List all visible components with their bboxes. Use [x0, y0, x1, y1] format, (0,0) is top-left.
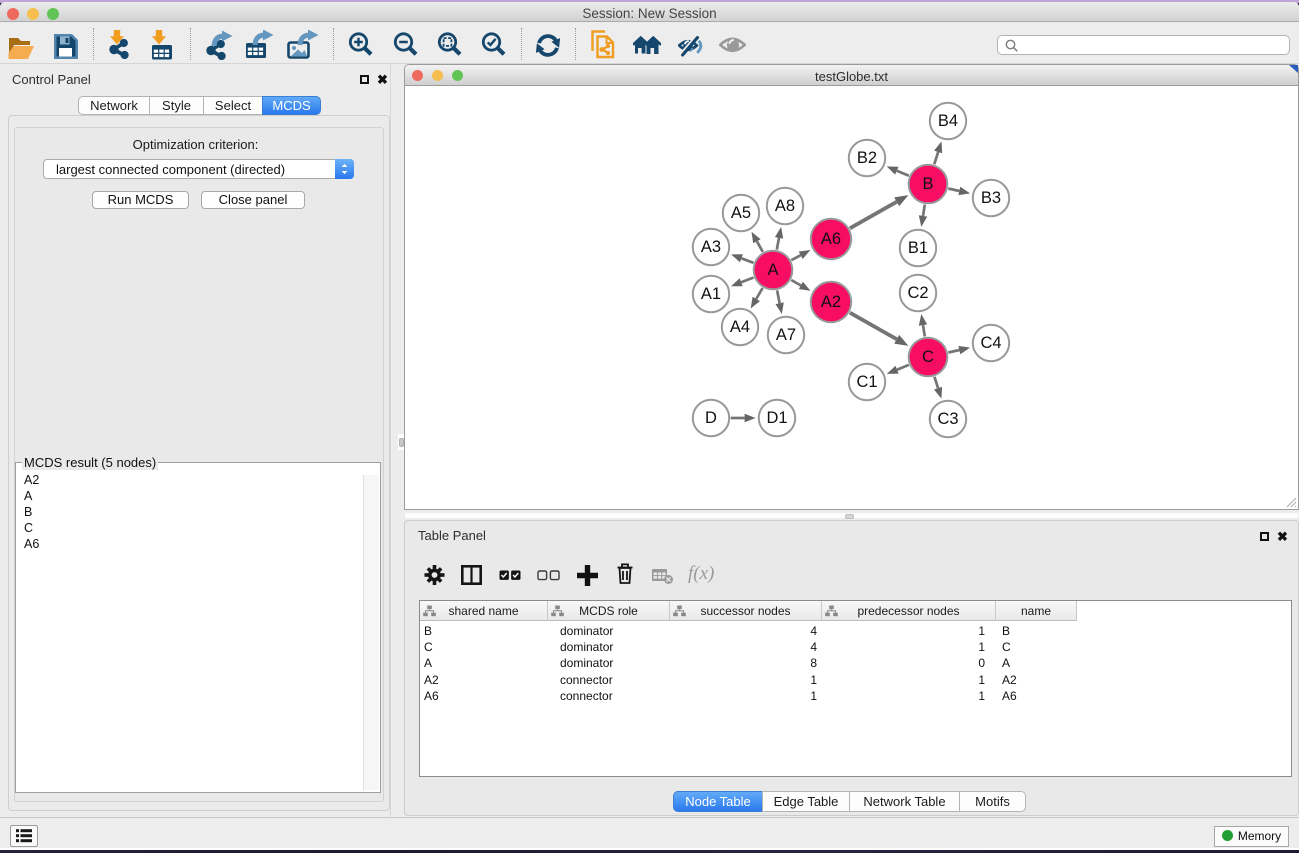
- svg-text:f(x): f(x): [688, 563, 714, 584]
- svg-text:B4: B4: [938, 112, 958, 130]
- svg-text:A5: A5: [731, 204, 751, 222]
- svg-text:D: D: [705, 409, 717, 427]
- svg-text:A6: A6: [821, 230, 841, 248]
- svg-text:A8: A8: [775, 197, 795, 215]
- svg-text:A2: A2: [821, 293, 841, 311]
- svg-text:C: C: [922, 348, 934, 366]
- svg-text:C4: C4: [980, 334, 1001, 352]
- svg-text:A3: A3: [701, 238, 721, 256]
- svg-text:B: B: [922, 175, 933, 193]
- svg-text:D1: D1: [766, 409, 787, 427]
- svg-text:A1: A1: [701, 285, 721, 303]
- svg-text:A4: A4: [730, 318, 750, 336]
- svg-text:C2: C2: [907, 284, 928, 302]
- svg-text:B3: B3: [981, 189, 1001, 207]
- svg-text:A: A: [767, 261, 778, 279]
- svg-text:A7: A7: [776, 326, 796, 344]
- svg-text:B2: B2: [857, 149, 877, 167]
- svg-text:B1: B1: [908, 239, 928, 257]
- svg-text:C1: C1: [856, 373, 877, 391]
- svg-text:C3: C3: [937, 410, 958, 428]
